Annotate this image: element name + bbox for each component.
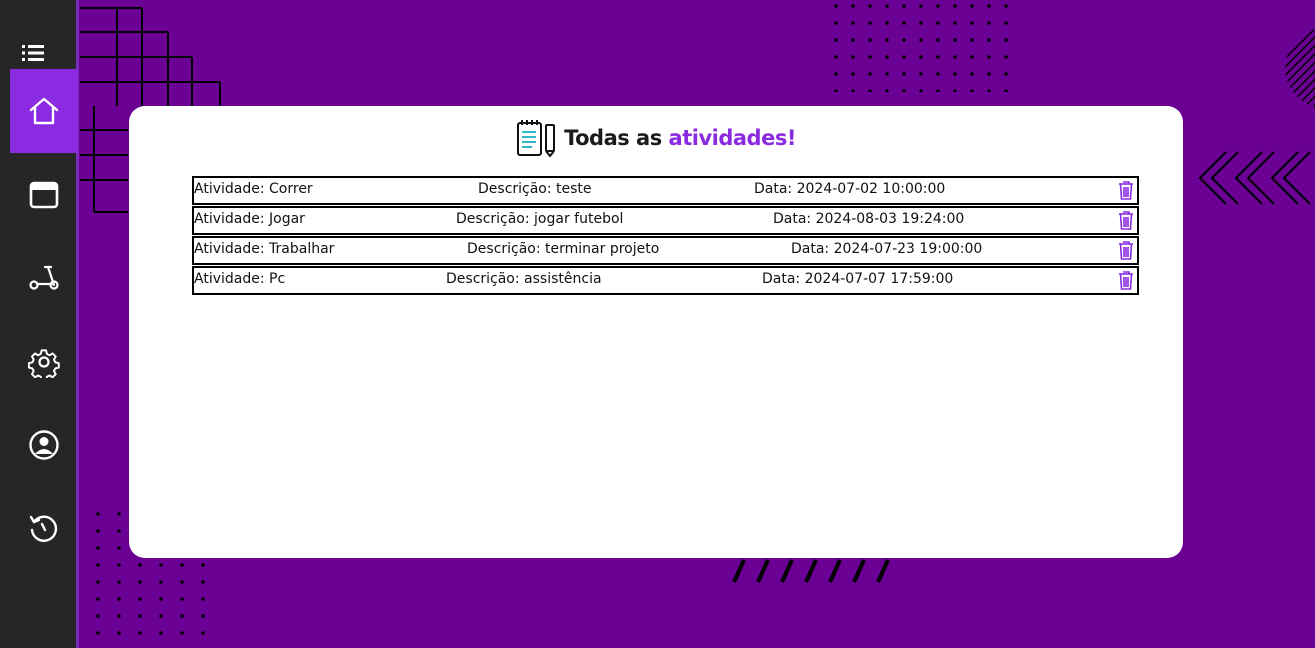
sidebar-item-settings[interactable]: [10, 320, 78, 404]
activity-description: Descrição: jogar futebol: [456, 211, 624, 227]
activities-card: Todas as atividades! Atividade: Correr De…: [129, 106, 1183, 558]
sidebar-item-calendar[interactable]: [10, 152, 78, 236]
activity-date: Data: 2024-07-23 19:00:00: [791, 241, 983, 257]
menu-button[interactable]: [20, 40, 46, 66]
activity-name: Atividade: Trabalhar: [194, 241, 335, 257]
delete-button[interactable]: [1116, 179, 1136, 201]
activity-description: Descrição: teste: [478, 181, 592, 197]
dots-decoration-top: [834, 4, 1008, 92]
home-icon: [29, 97, 59, 125]
table-row: Atividade: Jogar Descrição: jogar futebol…: [192, 206, 1139, 235]
notepad-pencil-icon: [517, 120, 556, 157]
activity-date: Data: 2024-07-07 17:59:00: [762, 271, 954, 287]
sidebar-item-history[interactable]: [10, 487, 78, 571]
table-row: Atividade: Trabalhar Descrição: terminar …: [192, 236, 1139, 265]
trash-icon: [1119, 271, 1133, 290]
activity-description: Descrição: assistência: [446, 271, 602, 287]
table-row: Atividade: Correr Descrição: teste Data: 2…: [192, 176, 1139, 205]
sidebar-item-scooter[interactable]: [10, 236, 78, 320]
page-title: Todas as atividades!: [564, 126, 796, 150]
menu-icon: [22, 45, 44, 61]
sidebar-item-home[interactable]: [10, 69, 78, 153]
activity-date: Data: 2024-08-03 19:24:00: [773, 211, 965, 227]
card-header: Todas as atividades!: [129, 116, 1183, 160]
sidebar-item-profile[interactable]: [10, 403, 78, 487]
activities-table: Atividade: Correr Descrição: teste Data: 2…: [192, 176, 1139, 296]
activity-date: Data: 2024-07-02 10:00:00: [754, 181, 946, 197]
history-icon: [29, 515, 58, 542]
scooter-icon: [29, 265, 59, 290]
delete-button[interactable]: [1116, 209, 1136, 231]
delete-button[interactable]: [1116, 269, 1136, 291]
user-icon: [29, 430, 59, 460]
calendar-icon: [29, 181, 59, 209]
gear-icon: [28, 349, 60, 378]
activity-name: Atividade: Jogar: [194, 211, 305, 227]
trash-icon: [1119, 211, 1133, 230]
sidebar: [0, 0, 79, 648]
trash-icon: [1119, 181, 1133, 200]
stripes-decoration: [732, 559, 890, 583]
activity-description: Descrição: terminar projeto: [467, 241, 660, 257]
chevrons-decoration: [1198, 151, 1311, 205]
activity-name: Atividade: Correr: [194, 181, 313, 197]
trash-icon: [1119, 241, 1133, 260]
delete-button[interactable]: [1116, 239, 1136, 261]
circle-decoration: [1285, 29, 1315, 107]
table-row: Atividade: Pc Descrição: assistência Data:…: [192, 266, 1139, 295]
activity-name: Atividade: Pc: [194, 271, 286, 287]
